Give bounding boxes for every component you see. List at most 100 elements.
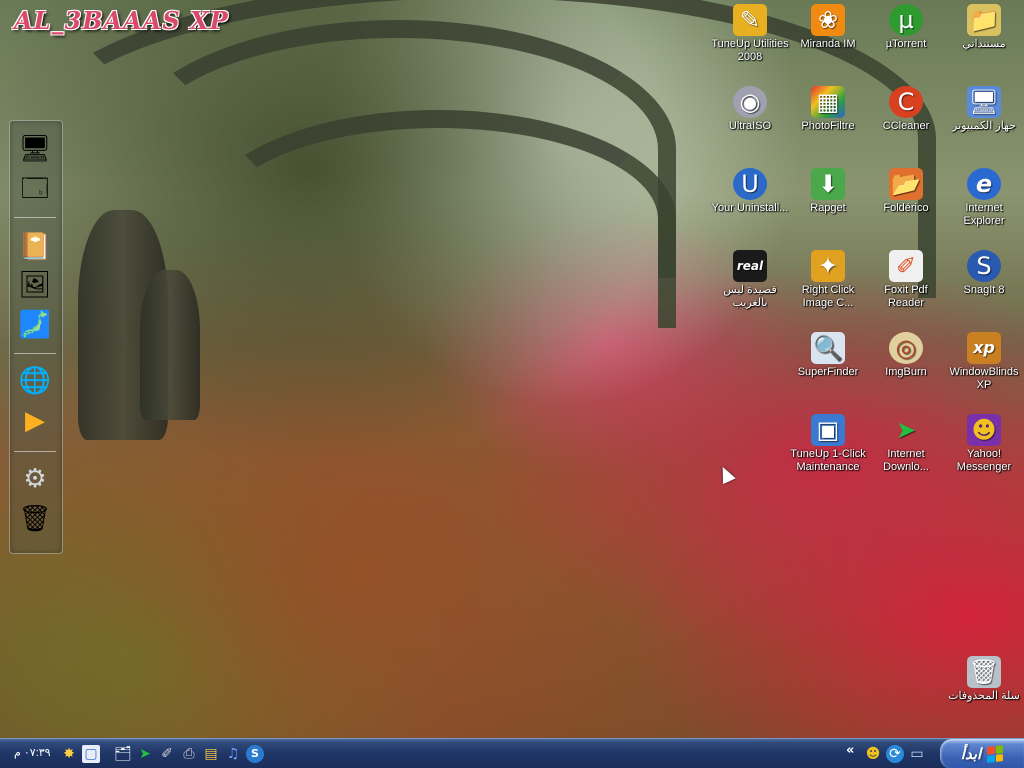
utorrent-icon[interactable]: µ µTorrent (867, 4, 945, 51)
your-uninstaller-label: Your Uninstall... (711, 202, 789, 214)
real-player-poem-icon[interactable]: real قصيدة ليس بالغريب (711, 250, 789, 310)
yahoo-messenger-icon[interactable]: ☻ Yahoo! Messenger (945, 414, 1023, 474)
folderico-icon[interactable]: 📂 Foldérico (867, 168, 945, 215)
folder-glyph: 📔 (18, 232, 52, 262)
superfinder-label: SuperFinder (797, 366, 859, 378)
my-computer-icon[interactable]: 🖥 (18, 133, 52, 165)
system-tray: ☻ ⟳ ▭ (864, 743, 926, 765)
ql-snagit-icon[interactable]: S (246, 745, 264, 763)
internet-explorer-label: Internet Explorer (963, 202, 1005, 227)
snagit-label: SnagIt 8 (963, 284, 1005, 296)
ql-window-icon[interactable]: ▢ (82, 745, 100, 763)
recycle-bin-icon[interactable]: 🗑 (18, 503, 52, 535)
my-documents-icon[interactable]: 📁 مستنداتي (945, 4, 1023, 51)
windowblinds-glyph: xp (967, 332, 1001, 364)
ql-notify-icon[interactable]: ✸ (60, 745, 78, 763)
image-viewer-icon[interactable]: 🖼 (18, 269, 52, 301)
my-computer-glyph: 🖥 (18, 134, 52, 164)
foxit-pdf-glyph: ✐ (889, 250, 923, 282)
ultraiso-icon[interactable]: ◉ UltraISO (711, 86, 789, 133)
photo-icon[interactable]: 🗾 (18, 309, 52, 341)
tuneup-utilities-glyph: ✎ (733, 4, 767, 36)
ql-explorer-icon[interactable]: 🗂 (114, 745, 132, 763)
utorrent-glyph: µ (889, 4, 923, 36)
show-desktop-icon[interactable]: 🗔 (18, 173, 52, 205)
windowblinds-xp-icon[interactable]: xp WindowBlinds XP (945, 332, 1023, 392)
superfinder-icon[interactable]: 🔍 SuperFinder (789, 332, 867, 379)
tray-network-icon[interactable]: ▭ (908, 745, 926, 763)
desktop: AL_3BAAAS XP 🖥 🗔 📔 🖼 🗾 🌐 ▶ ⚙ 🗑 ✎ TuneUp … (0, 0, 1024, 768)
settings-gear-icon[interactable]: ⚙ (18, 463, 52, 495)
recycle-bin-glyph: 🗑 (18, 504, 52, 534)
image-viewer-glyph: 🖼 (18, 270, 52, 300)
dock-divider (14, 353, 56, 354)
ql-disk-icon[interactable]: ▤ (202, 745, 220, 763)
tray-sync-icon[interactable]: ⟳ (886, 745, 904, 763)
mouse-cursor (716, 463, 736, 485)
internet-download-label: Internet Downlo... (883, 448, 929, 473)
your-uninstaller-glyph: U (733, 168, 767, 200)
internet-download-manager-icon[interactable]: ➤ Internet Downlo... (867, 414, 945, 474)
folderico-label: Foldérico (883, 202, 929, 214)
my-documents-glyph: 📁 (967, 4, 1001, 36)
tuneup-utilities-label: TuneUp Utilities 2008 (711, 38, 789, 63)
internet-globe-glyph: 🌐 (18, 366, 52, 396)
miranda-im-label: Miranda IM (800, 38, 856, 50)
foxit-pdf-reader-icon[interactable]: ✐ Foxit Pdf Reader (867, 250, 945, 310)
tray-expand-chevron[interactable]: « (846, 743, 854, 758)
recycle-bin-desktop-icon[interactable]: 🗑 سلة المحذوفات (945, 656, 1023, 703)
settings-gear-glyph: ⚙ (23, 464, 47, 494)
right-click-image-converter-icon[interactable]: ✦ Right Click Image C... (789, 250, 867, 310)
ultraiso-label: UltraISO (728, 120, 772, 132)
imgburn-glyph: ◎ (889, 332, 923, 364)
dock-divider (14, 217, 56, 218)
rapget-glyph: ⬇ (811, 168, 845, 200)
ql-media-icon[interactable]: ♫ (224, 745, 242, 763)
wallpaper-brand-title: AL_3BAAAS XP (14, 6, 229, 35)
superfinder-glyph: 🔍 (811, 332, 845, 364)
start-button[interactable]: ابدأ (940, 739, 1024, 768)
photofiltre-label: PhotoFiltre (801, 120, 855, 132)
tuneup-1click-label: TuneUp 1-Click Maintenance (790, 448, 866, 473)
quick-launch-apps: 🗂 ➤ ✐ ⎙ ▤ ♫ S (114, 743, 264, 765)
photofiltre-glyph: ▦ (811, 86, 845, 118)
ql-tool-icon[interactable]: ✐ (158, 745, 176, 763)
ccleaner-icon[interactable]: C CCleaner (867, 86, 945, 133)
internet-globe-icon[interactable]: 🌐 (18, 365, 52, 397)
my-computer-desktop-glyph: 🖥 (967, 86, 1001, 118)
my-computer-desktop-label: جهاز الكمبيوتر (952, 120, 1016, 132)
imgburn-icon[interactable]: ◎ ImgBurn (867, 332, 945, 379)
real-player-poem-label: قصيدة ليس بالغريب (723, 284, 777, 309)
photo-glyph: 🗾 (18, 310, 52, 340)
tuneup-1click-maintenance-icon[interactable]: ▣ TuneUp 1-Click Maintenance (789, 414, 867, 474)
snagit-icon[interactable]: S SnagIt 8 (945, 250, 1023, 297)
windowblinds-label: WindowBlinds XP (949, 366, 1019, 391)
my-computer-desktop-icon[interactable]: 🖥 جهاز الكمبيوتر (945, 86, 1023, 133)
tray-yahoo-icon[interactable]: ☻ (864, 745, 882, 763)
real-player-glyph: real (733, 250, 767, 282)
ql-download-icon[interactable]: ➤ (136, 745, 154, 763)
right-click-image-glyph: ✦ (811, 250, 845, 282)
media-player-icon[interactable]: ▶ (18, 405, 52, 437)
taskbar-clock[interactable]: ٠٧:٣٩ م (14, 746, 51, 759)
start-button-label: ابدأ (960, 745, 982, 763)
utorrent-label: µTorrent (885, 38, 927, 50)
imgburn-label: ImgBurn (885, 366, 927, 378)
internet-explorer-glyph: e (967, 168, 1001, 200)
recycle-bin-desktop-label: سلة المحذوفات (948, 690, 1020, 702)
photofiltre-icon[interactable]: ▦ PhotoFiltre (789, 86, 867, 133)
your-uninstaller-icon[interactable]: U Your Uninstall... (711, 168, 789, 215)
ccleaner-glyph: C (889, 86, 923, 118)
rapget-icon[interactable]: ⬇ Rapget (789, 168, 867, 215)
quick-launch-bar: ✸ ▢ (60, 743, 100, 765)
media-player-glyph: ▶ (25, 406, 45, 436)
yahoo-messenger-label: Yahoo! Messenger (956, 448, 1012, 473)
ql-printer-icon[interactable]: ⎙ (180, 745, 198, 763)
taskbar: ٠٧:٣٩ م ✸ ▢ 🗂 ➤ ✐ ⎙ ▤ ♫ S « ☻ ⟳ ▭ ابدأ (0, 738, 1024, 768)
miranda-im-icon[interactable]: ❀ Miranda IM (789, 4, 867, 51)
rapget-label: Rapget (810, 202, 846, 214)
tuneup-utilities-icon[interactable]: ✎ TuneUp Utilities 2008 (711, 4, 789, 64)
internet-explorer-icon[interactable]: e Internet Explorer (945, 168, 1023, 228)
folder-icon[interactable]: 📔 (18, 231, 52, 263)
yahoo-messenger-glyph: ☻ (967, 414, 1001, 446)
